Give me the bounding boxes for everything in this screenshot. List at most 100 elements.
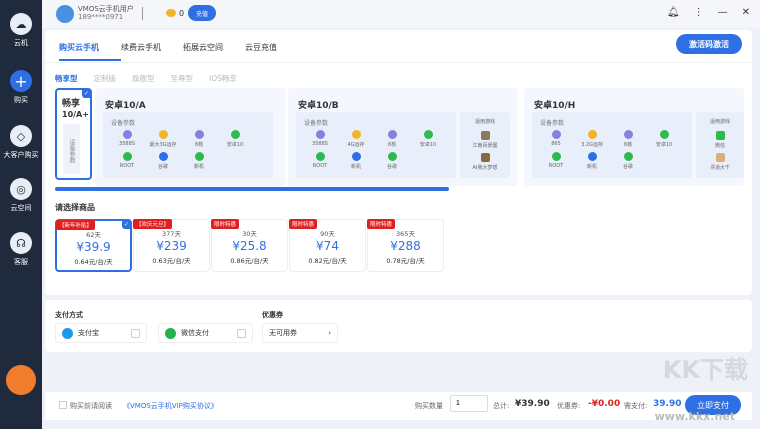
device-card-h[interactable]: 安卓10/H 设备参数 865 3.2G运存 8核 安卓10 ROOT 新机 谷歌 适用游戏… <box>524 88 744 186</box>
param-icon <box>387 130 397 139</box>
close-icon[interactable]: ✕ <box>742 7 750 18</box>
checkout-bar: 购买前请阅读 《VMOS云手机VIP购买协议》 购买数量 总计: ¥39.90 … <box>45 392 752 420</box>
param-item: 新机 <box>574 152 610 170</box>
param-label: 安卓10 <box>419 142 437 148</box>
product-price: ¥25.8 <box>232 239 267 253</box>
product-days: 30天 <box>242 230 257 238</box>
param-item: 谷歌 <box>145 152 181 170</box>
minimize-icon[interactable]: — <box>718 7 728 18</box>
divider <box>142 7 143 20</box>
avatar[interactable] <box>56 5 74 23</box>
wechat-icon <box>165 327 176 339</box>
product-card[interactable]: 【欢庆元旦】 377天 ¥239 0.63元/台/天 <box>133 219 210 272</box>
param-label: 新机 <box>350 164 361 170</box>
type-flagship[interactable]: 旗舰型 <box>132 73 155 84</box>
param-item: 3588S <box>109 130 145 148</box>
product-card[interactable]: 【新年补贴】 ✓ 62天 ¥39.9 0.64元/台/天 <box>55 219 132 272</box>
device-card-a[interactable]: 安卓10/A 设备参数 3588S 最大3G运存 8核 安卓10 ROOT 谷歌 新机 <box>95 88 285 186</box>
param-item: 3588S <box>302 130 338 148</box>
device-subtitle: 10/A+ <box>62 110 89 119</box>
tab-coin-recharge[interactable]: 云豆充值 <box>245 38 307 61</box>
param-label: ROOT <box>548 163 564 169</box>
params-title: 设备参数 <box>540 120 565 127</box>
product-price: ¥288 <box>390 239 421 253</box>
headset-icon: ☊ <box>10 232 32 254</box>
sidebar-item-cloud-phone[interactable]: ☁ 云机 <box>0 13 42 48</box>
type-custom[interactable]: 定制版 <box>94 73 117 84</box>
param-icon <box>351 152 361 161</box>
product-price: ¥239 <box>156 239 187 253</box>
param-icon <box>351 130 361 139</box>
params-title: 设备参数 <box>304 120 329 127</box>
tab-renew[interactable]: 续费云手机 <box>121 38 183 61</box>
param-icon <box>230 130 240 139</box>
payment-title: 支付方式 <box>55 311 83 319</box>
coupon-title: 优惠券 <box>262 311 283 319</box>
checkbox[interactable] <box>131 329 140 338</box>
sidebar-item-enterprise[interactable]: ◇ 大客户购买 <box>0 125 42 160</box>
sidebar-item-support[interactable]: ☊ 客服 <box>0 232 42 267</box>
param-item: 8核 <box>181 130 217 148</box>
sidebar-item-buy[interactable]: + 购买 <box>0 70 42 105</box>
param-item: 安卓10 <box>410 130 446 148</box>
param-icon <box>387 152 397 161</box>
check-icon: ✓ <box>82 89 91 98</box>
discount-value: -¥0.00 <box>588 399 621 409</box>
product-days: 62天 <box>86 231 101 239</box>
type-supreme[interactable]: 至尊型 <box>171 73 194 84</box>
sidebar: ☁ 云机 + 购买 ◇ 大客户购买 ◎ 云空间 ☊ 客服 <box>0 0 42 429</box>
top-bar: VMOS云手机用户 189****0971 0 充值 🔔︎ ⋮ — ✕ <box>42 0 760 28</box>
checkbox[interactable] <box>237 329 246 338</box>
product-card[interactable]: 限时特惠 90天 ¥74 0.82元/台/天 <box>289 219 366 272</box>
wechat-pay-option[interactable]: 微信支付 <box>158 323 253 343</box>
param-item: 8核 <box>610 130 646 148</box>
bell-icon[interactable]: 🔔︎ <box>667 7 680 18</box>
device-card-a-plus[interactable]: ✓ 畅享 10/A+ 设备参数 <box>55 88 92 180</box>
device-card-b[interactable]: 安卓10/B 设备参数 3588S 4G运存 8核 安卓10 ROOT 新机 谷歌 适用游戏… <box>288 88 518 186</box>
param-item: 谷歌 <box>610 152 646 170</box>
agree-checkbox[interactable] <box>59 401 67 409</box>
product-card[interactable]: 限时特惠 365天 ¥288 0.78元/台/天 <box>367 219 444 272</box>
promo-badge: 【欢庆元旦】 <box>133 219 173 229</box>
type-standard[interactable]: 畅享型 <box>55 73 78 84</box>
device-title: 安卓10/H <box>534 101 576 111</box>
param-item: 4G运存 <box>338 130 374 148</box>
activate-code-button[interactable]: 激活码激活 <box>676 34 742 54</box>
promo-icon[interactable] <box>6 365 36 395</box>
coupon-value: 无可用券 <box>269 329 297 337</box>
plus-icon: + <box>10 70 32 92</box>
tab-expand-space[interactable]: 拓展云空间 <box>183 38 245 61</box>
param-label: 865 <box>551 141 561 147</box>
sidebar-item-cloud-space[interactable]: ◎ 云空间 <box>0 178 42 213</box>
param-label: 8核 <box>623 142 633 148</box>
type-ios[interactable]: IOS畅享 <box>209 73 237 84</box>
agreement-link[interactable]: 《VMOS云手机VIP购买协议》 <box>123 401 218 411</box>
param-item: 安卓10 <box>217 130 253 148</box>
param-item: ROOT <box>538 152 574 170</box>
horizontal-scrollbar[interactable] <box>55 187 449 191</box>
params-title: 设备参数 <box>111 120 136 127</box>
quantity-input[interactable] <box>450 395 488 412</box>
promo-badge: 限时特惠 <box>289 219 318 229</box>
wechat-label: 微信支付 <box>181 329 209 337</box>
total-value: ¥39.90 <box>515 399 550 409</box>
watermark: KK下载 <box>662 356 748 384</box>
recharge-button[interactable]: 充值 <box>188 5 216 21</box>
coupon-select[interactable]: 无可用券 › <box>262 323 338 343</box>
param-icon <box>315 130 325 139</box>
product-card[interactable]: 限时特惠 30天 ¥25.8 0.86元/台/天 <box>211 219 288 272</box>
check-icon: ✓ <box>122 220 131 229</box>
game-name: 寻道大千 <box>709 165 730 171</box>
alipay-option[interactable]: 支付宝 <box>55 323 147 343</box>
param-label: 新机 <box>586 164 597 170</box>
product-unit-price: 0.64元/台/天 <box>74 258 113 266</box>
param-label: ROOT <box>312 163 328 169</box>
product-unit-price: 0.86元/台/天 <box>230 257 269 265</box>
more-icon[interactable]: ⋮ <box>694 7 704 18</box>
due-label: 需支付: <box>624 402 648 410</box>
device-title: 安卓10/A <box>105 101 146 111</box>
param-label: 谷歌 <box>157 164 168 170</box>
cloud-space-icon: ◎ <box>10 178 32 200</box>
tab-buy[interactable]: 购买云手机 <box>59 38 121 61</box>
coin-balance: 0 <box>179 9 185 18</box>
